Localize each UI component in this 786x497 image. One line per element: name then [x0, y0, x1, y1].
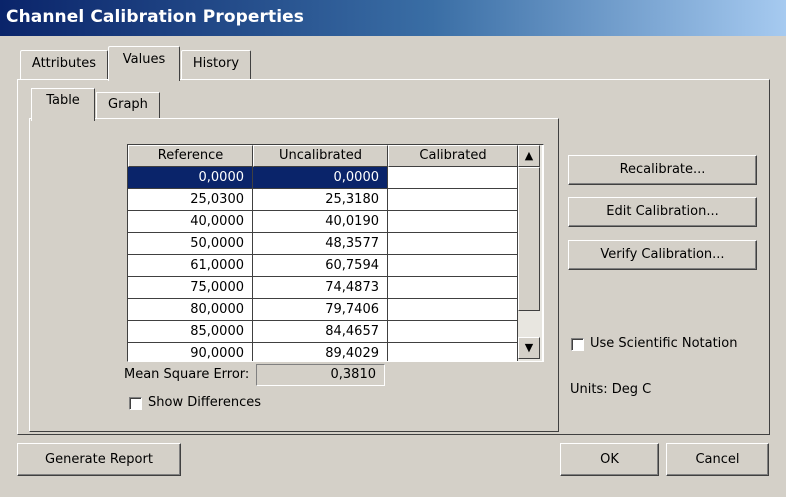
- edit-calibration-button[interactable]: Edit Calibration...: [568, 197, 757, 227]
- table-cell[interactable]: 75,0000: [128, 277, 253, 299]
- calibration-table[interactable]: Reference Uncalibrated Calibrated 0,0000…: [127, 144, 544, 362]
- column-header-uncalibrated-label: Uncalibrated: [278, 148, 362, 163]
- ok-button[interactable]: OK: [560, 443, 659, 476]
- vertical-scrollbar[interactable]: ▲ ▼: [518, 145, 542, 361]
- table-cell[interactable]: 85,0000: [128, 321, 253, 343]
- column-header-reference[interactable]: Reference: [128, 145, 253, 167]
- column-header-reference-label: Reference: [157, 148, 224, 163]
- scroll-down-button[interactable]: ▼: [518, 337, 540, 359]
- table-cell[interactable]: 90,0000: [128, 343, 253, 361]
- table-cell[interactable]: [388, 343, 518, 361]
- column-header-calibrated-label: Calibrated: [419, 148, 487, 163]
- mean-square-error-field: 0,3810: [256, 364, 385, 386]
- table-row[interactable]: 75,0000 74,4873: [128, 277, 518, 299]
- table-cell[interactable]: 48,3577: [253, 233, 388, 255]
- table-cell[interactable]: [388, 233, 518, 255]
- tab-attributes-label: Attributes: [31, 56, 97, 71]
- tab-values-label: Values: [122, 52, 166, 67]
- table-cell[interactable]: 80,0000: [128, 299, 253, 321]
- table-row[interactable]: 50,0000 48,3577: [128, 233, 518, 255]
- table-cell[interactable]: 84,4657: [253, 321, 388, 343]
- verify-calibration-button-label: Verify Calibration...: [600, 247, 725, 262]
- table-row[interactable]: 80,0000 79,7406: [128, 299, 518, 321]
- ok-button-label: OK: [600, 452, 619, 467]
- table-cell[interactable]: [388, 255, 518, 277]
- triangle-up-icon: ▲: [524, 149, 534, 162]
- tab-attributes[interactable]: Attributes: [20, 50, 108, 79]
- tab-history[interactable]: History: [181, 50, 251, 79]
- table-cell[interactable]: 61,0000: [128, 255, 253, 277]
- mean-square-error-label: Mean Square Error:: [124, 367, 250, 382]
- generate-report-button-label: Generate Report: [45, 452, 153, 467]
- table-cell[interactable]: 40,0000: [128, 211, 253, 233]
- table-cell[interactable]: [388, 321, 518, 343]
- units-label: Units: Deg C: [570, 382, 652, 397]
- recalibrate-button[interactable]: Recalibrate...: [568, 155, 757, 185]
- scrollbar-thumb[interactable]: [518, 167, 540, 311]
- triangle-down-icon: ▼: [524, 341, 534, 354]
- verify-calibration-button[interactable]: Verify Calibration...: [568, 240, 757, 270]
- tab-graph[interactable]: Graph: [96, 92, 160, 119]
- table-cell[interactable]: 0,0000: [128, 167, 253, 189]
- table-row[interactable]: 40,0000 40,0190: [128, 211, 518, 233]
- column-header-calibrated[interactable]: Calibrated: [388, 145, 518, 167]
- scroll-up-button[interactable]: ▲: [518, 145, 540, 167]
- tab-table[interactable]: Table: [31, 88, 95, 121]
- generate-report-button[interactable]: Generate Report: [17, 443, 181, 476]
- title-bar[interactable]: Channel Calibration Properties: [0, 0, 786, 36]
- window-title: Channel Calibration Properties: [6, 7, 305, 27]
- table-cell[interactable]: 25,3180: [253, 189, 388, 211]
- table-row[interactable]: 61,0000 60,7594: [128, 255, 518, 277]
- table-cell[interactable]: [388, 211, 518, 233]
- table-row[interactable]: 0,0000 0,0000: [128, 167, 518, 189]
- scientific-notation-checkbox[interactable]: [571, 338, 584, 351]
- table-cell[interactable]: 60,7594: [253, 255, 388, 277]
- table-cell[interactable]: 0,0000: [253, 167, 388, 189]
- cancel-button[interactable]: Cancel: [666, 443, 769, 476]
- cancel-button-label: Cancel: [695, 452, 740, 467]
- table-row[interactable]: 90,0000 89,4029: [128, 343, 518, 361]
- table-cell[interactable]: [388, 189, 518, 211]
- table-cell[interactable]: 89,4029: [253, 343, 388, 361]
- scientific-notation-label[interactable]: Use Scientific Notation: [590, 336, 738, 351]
- column-header-uncalibrated[interactable]: Uncalibrated: [253, 145, 388, 167]
- table-cell[interactable]: [388, 167, 518, 189]
- table-cell[interactable]: 50,0000: [128, 233, 253, 255]
- tab-values[interactable]: Values: [108, 46, 180, 81]
- table-row[interactable]: 25,0300 25,3180: [128, 189, 518, 211]
- tab-history-label: History: [192, 56, 240, 71]
- table-cell[interactable]: 40,0190: [253, 211, 388, 233]
- tab-graph-label: Graph: [108, 97, 148, 112]
- edit-calibration-button-label: Edit Calibration...: [606, 204, 719, 219]
- table-cell[interactable]: 79,7406: [253, 299, 388, 321]
- tab-table-label: Table: [46, 93, 80, 108]
- table-cell[interactable]: [388, 299, 518, 321]
- table-cell[interactable]: 74,4873: [253, 277, 388, 299]
- recalibrate-button-label: Recalibrate...: [619, 162, 706, 177]
- table-cell[interactable]: 25,0300: [128, 189, 253, 211]
- table-row[interactable]: 85,0000 84,4657: [128, 321, 518, 343]
- show-differences-label[interactable]: Show Differences: [148, 395, 261, 410]
- show-differences-checkbox[interactable]: [129, 397, 142, 410]
- table-cell[interactable]: [388, 277, 518, 299]
